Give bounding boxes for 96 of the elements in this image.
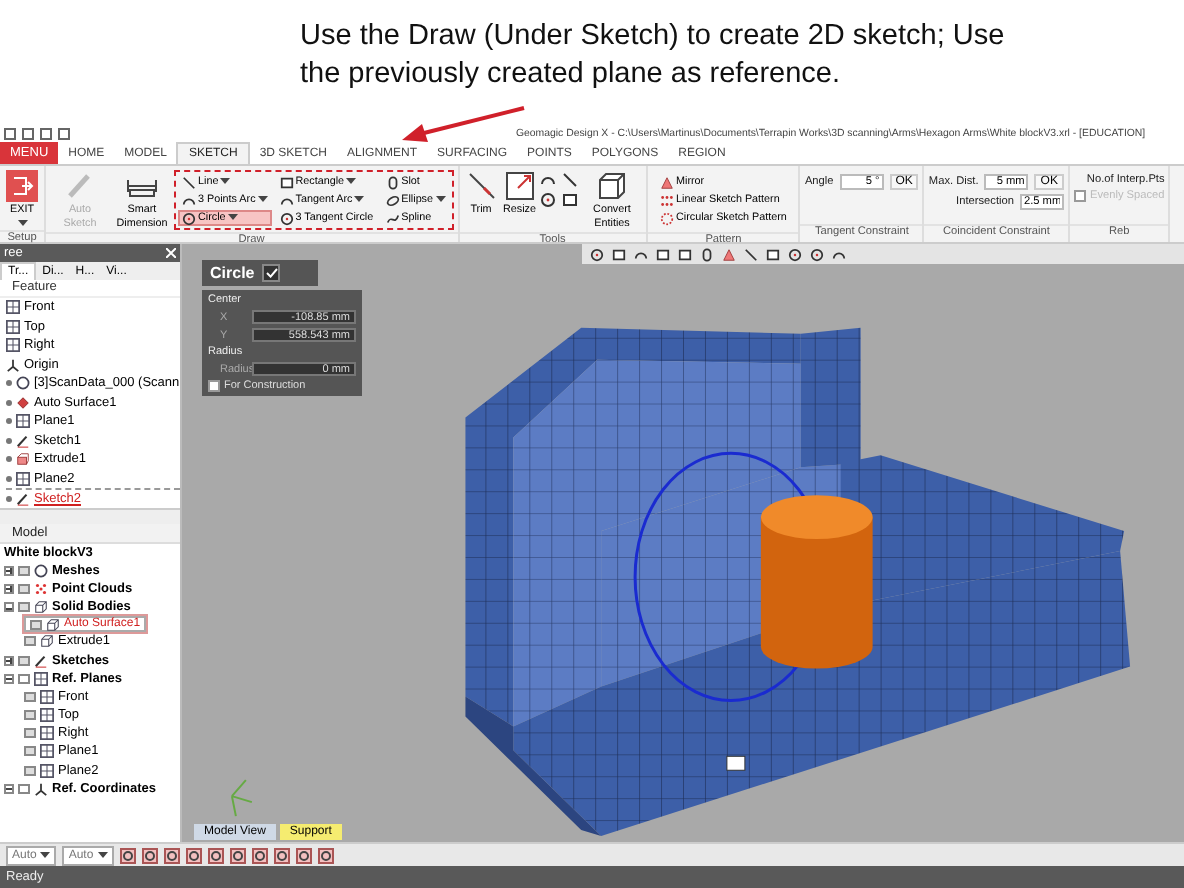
visibility-icon[interactable] <box>18 565 30 576</box>
visibility-icon[interactable] <box>18 783 30 794</box>
toolbar-icon[interactable] <box>141 847 158 863</box>
toolbar-icon[interactable] <box>229 847 246 863</box>
toolbar-icon[interactable] <box>207 847 224 863</box>
axes-icon <box>6 357 20 372</box>
visibility-icon[interactable] <box>18 655 30 666</box>
pencil-icon <box>64 170 96 202</box>
plane-icon <box>40 744 54 759</box>
circle-icon <box>810 247 824 261</box>
extrude-icon <box>16 452 30 467</box>
visibility-icon[interactable] <box>24 765 36 776</box>
caret-icon <box>257 196 268 204</box>
rectangle-icon <box>279 175 294 189</box>
caption-text: Use the Draw (Under Sketch) to create 2D sketch; Use <box>300 18 1007 56</box>
circle-icon <box>788 247 802 261</box>
visibility-icon[interactable] <box>24 710 36 721</box>
toolbar-icon[interactable] <box>251 847 268 863</box>
dots-icon <box>660 211 674 225</box>
rectangle-icon <box>562 192 578 208</box>
toolbar-icon[interactable] <box>119 847 136 863</box>
checkbox[interactable] <box>208 380 220 392</box>
plane-icon <box>40 763 54 778</box>
arc-icon <box>182 193 196 207</box>
visibility-icon[interactable] <box>24 691 36 702</box>
caption-text: the previously created plane as reference. <box>300 56 843 94</box>
caret-icon <box>40 851 51 859</box>
visibility-icon[interactable] <box>18 583 30 594</box>
ellipse-icon <box>385 193 400 207</box>
expander-icon[interactable] <box>4 783 14 794</box>
axis-triad-icon <box>230 779 253 818</box>
caret-icon <box>435 196 446 204</box>
slot-icon <box>700 247 714 261</box>
line-icon <box>465 170 498 202</box>
triangle-icon <box>722 247 736 261</box>
expander-icon[interactable] <box>4 673 14 684</box>
visibility-icon[interactable] <box>24 746 36 757</box>
expander-icon[interactable] <box>4 655 14 666</box>
visibility-icon[interactable] <box>18 602 30 613</box>
panel-title: Circle <box>202 260 318 286</box>
toolbar-icon[interactable] <box>163 847 180 863</box>
line-icon <box>182 175 196 189</box>
scrollbar[interactable] <box>0 507 180 523</box>
axes-icon <box>34 781 48 796</box>
arc-icon <box>540 172 556 188</box>
resize-icon <box>503 170 536 202</box>
plane-icon <box>40 708 54 723</box>
circle-icon <box>540 192 556 208</box>
expander-icon[interactable] <box>4 583 14 594</box>
visibility-icon[interactable] <box>24 728 36 739</box>
toolbar-icon[interactable] <box>295 847 312 863</box>
triangle-icon <box>660 175 674 189</box>
arc-icon <box>279 193 294 207</box>
plane-icon <box>40 726 54 741</box>
dots-icon <box>660 193 674 207</box>
plane-icon <box>6 338 20 353</box>
caret-icon <box>97 851 108 859</box>
expander-icon[interactable] <box>4 565 14 576</box>
circle-icon <box>182 211 196 225</box>
pencil-icon <box>16 491 30 506</box>
dots-icon <box>34 581 48 596</box>
arc-icon <box>832 247 846 261</box>
line-icon <box>744 247 758 261</box>
rectangle-icon <box>612 247 626 261</box>
circle-icon <box>279 211 294 225</box>
exit-icon <box>6 170 38 202</box>
toolbar-icon[interactable] <box>185 847 202 863</box>
plane-icon <box>16 471 30 486</box>
caret-icon <box>227 214 238 222</box>
rectangle-icon <box>766 247 780 261</box>
spline-icon <box>385 211 400 225</box>
toolbar-icon[interactable] <box>317 847 334 863</box>
toolbar-icon[interactable] <box>273 847 290 863</box>
visibility-icon[interactable] <box>24 636 36 647</box>
check-icon[interactable] <box>262 264 281 282</box>
caret-icon <box>220 178 231 186</box>
visibility-icon[interactable] <box>18 673 30 684</box>
line-icon <box>562 172 578 188</box>
cube-icon <box>596 170 628 202</box>
arc-icon <box>634 247 648 261</box>
plane-icon <box>34 671 48 686</box>
plane-icon <box>6 319 20 334</box>
close-icon[interactable] <box>166 248 176 258</box>
surface-icon <box>16 395 30 410</box>
circle-icon <box>590 247 604 261</box>
circle-icon <box>34 563 48 578</box>
visibility-icon[interactable] <box>30 619 42 630</box>
caret-icon <box>17 219 27 227</box>
expander-icon[interactable] <box>4 602 14 613</box>
plane-icon <box>6 300 20 315</box>
circle-icon <box>16 376 30 391</box>
pencil-icon <box>16 433 30 448</box>
slot-icon <box>385 175 400 189</box>
plane-icon <box>40 689 54 704</box>
pencil-icon <box>34 653 48 668</box>
plane-icon <box>16 414 30 429</box>
